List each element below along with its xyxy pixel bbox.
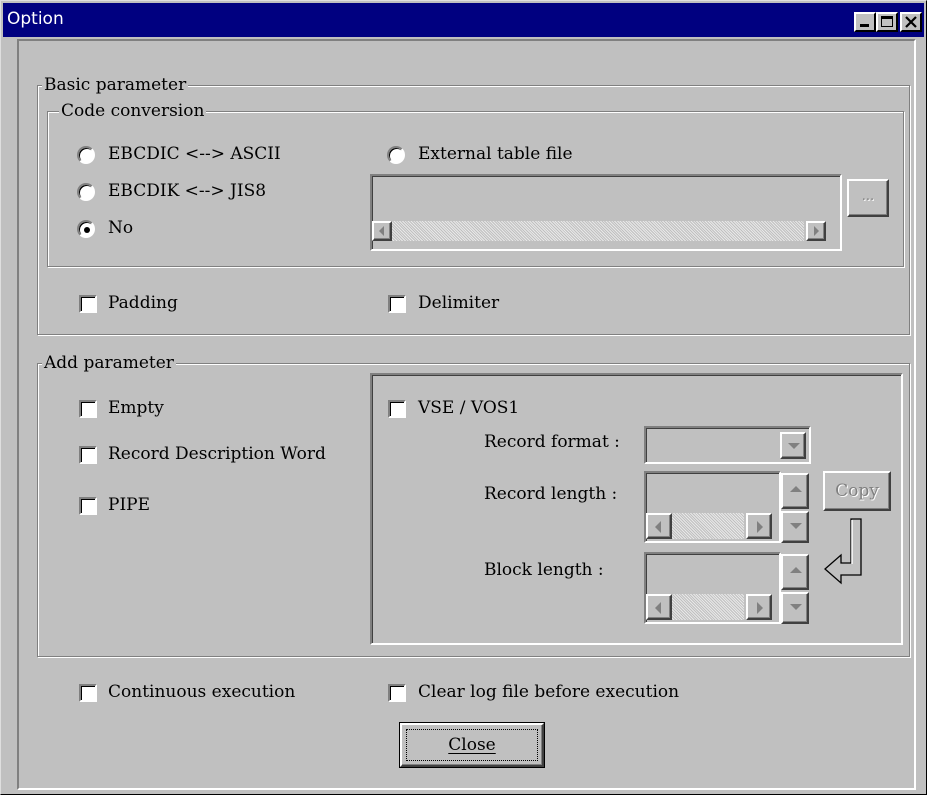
record-length-spin-up[interactable]	[781, 473, 809, 509]
block-length-scroll-right[interactable]	[746, 594, 772, 620]
clear-log-checkbox[interactable]	[388, 684, 406, 702]
ebcdik-jis8-label: EBCDIK <--> JIS8	[108, 181, 267, 201]
block-length-spin-down[interactable]	[781, 592, 809, 624]
delimiter-label: Delimiter	[418, 293, 500, 313]
block-length-spin-up[interactable]	[781, 554, 809, 590]
empty-label: Empty	[108, 398, 164, 418]
right-arrow-icon	[757, 602, 763, 614]
block-length-label: Block length :	[484, 560, 604, 580]
ebcdic-ascii-label: EBCDIC <--> ASCII	[108, 144, 281, 164]
padding-checkbox[interactable]	[79, 295, 97, 313]
block-length-scroll-left[interactable]	[646, 594, 672, 620]
add-parameter-label: Add parameter	[42, 353, 176, 373]
scroll-left-button[interactable]	[372, 221, 392, 241]
browse-button[interactable]: ...	[847, 179, 889, 217]
external-table-field[interactable]	[370, 174, 842, 251]
rdw-label: Record Description Word	[108, 444, 326, 464]
ebcdik-jis8-radio[interactable]	[77, 183, 95, 201]
pipe-label: PIPE	[108, 495, 151, 515]
copy-button[interactable]: Copy	[823, 471, 891, 511]
padding-label: Padding	[108, 293, 178, 313]
no-conversion-radio[interactable]	[77, 220, 95, 238]
basic-parameter-label: Basic parameter	[42, 75, 189, 95]
external-table-radio[interactable]	[387, 146, 405, 164]
record-length-field[interactable]	[644, 471, 781, 543]
vse-label: VSE / VOS1	[418, 398, 520, 418]
close-icon	[905, 16, 917, 28]
ebcdic-ascii-radio[interactable]	[77, 146, 95, 164]
copy-label: Copy	[835, 481, 879, 501]
delimiter-checkbox[interactable]	[388, 295, 406, 313]
down-arrow-icon	[790, 604, 802, 610]
minimize-icon	[860, 24, 869, 27]
block-length-field[interactable]	[644, 552, 781, 624]
close-window-button[interactable]	[900, 12, 922, 32]
empty-checkbox[interactable]	[79, 400, 97, 418]
minimize-button[interactable]	[854, 12, 876, 32]
record-length-spin-down[interactable]	[781, 511, 809, 543]
record-length-scroll-track[interactable]	[672, 513, 744, 539]
vse-checkbox[interactable]	[388, 400, 406, 418]
title-bar[interactable]: Option	[3, 3, 924, 37]
clear-log-label: Clear log file before execution	[418, 682, 680, 702]
radio-selected-dot	[84, 227, 90, 233]
down-arrow-icon	[790, 523, 802, 529]
right-arrow-icon	[814, 226, 819, 236]
record-length-label: Record length :	[484, 484, 618, 504]
rdw-checkbox[interactable]	[79, 446, 97, 464]
record-format-label: Record format :	[484, 432, 620, 452]
right-arrow-icon	[757, 521, 763, 533]
left-arrow-icon	[379, 226, 384, 236]
no-conversion-label: No	[108, 218, 134, 238]
browse-label: ...	[861, 189, 875, 204]
chevron-down-icon	[788, 443, 800, 449]
copy-down-arrow-icon	[824, 518, 862, 585]
external-table-label: External table file	[418, 144, 573, 164]
record-length-scroll-left[interactable]	[646, 513, 672, 539]
scroll-right-button[interactable]	[806, 221, 826, 241]
window-title: Option	[7, 9, 64, 29]
continuous-execution-label: Continuous execution	[108, 682, 296, 702]
record-length-scroll-right[interactable]	[746, 513, 772, 539]
record-format-dropdown-button[interactable]	[780, 432, 806, 459]
left-arrow-icon	[655, 602, 661, 614]
option-window: Option Basic parameter Code conversion E…	[0, 0, 927, 795]
up-arrow-icon	[790, 567, 802, 573]
record-format-select[interactable]	[644, 426, 811, 464]
close-button-label: Close	[448, 735, 496, 755]
left-arrow-icon	[655, 521, 661, 533]
code-conversion-label: Code conversion	[59, 101, 207, 121]
continuous-execution-checkbox[interactable]	[79, 684, 97, 702]
external-scrollbar-track[interactable]	[392, 221, 804, 241]
maximize-icon	[881, 16, 893, 27]
up-arrow-icon	[790, 486, 802, 492]
close-button[interactable]: Close	[400, 723, 544, 767]
pipe-checkbox[interactable]	[79, 497, 97, 515]
block-length-scroll-track[interactable]	[672, 594, 744, 620]
maximize-button[interactable]	[876, 12, 898, 32]
